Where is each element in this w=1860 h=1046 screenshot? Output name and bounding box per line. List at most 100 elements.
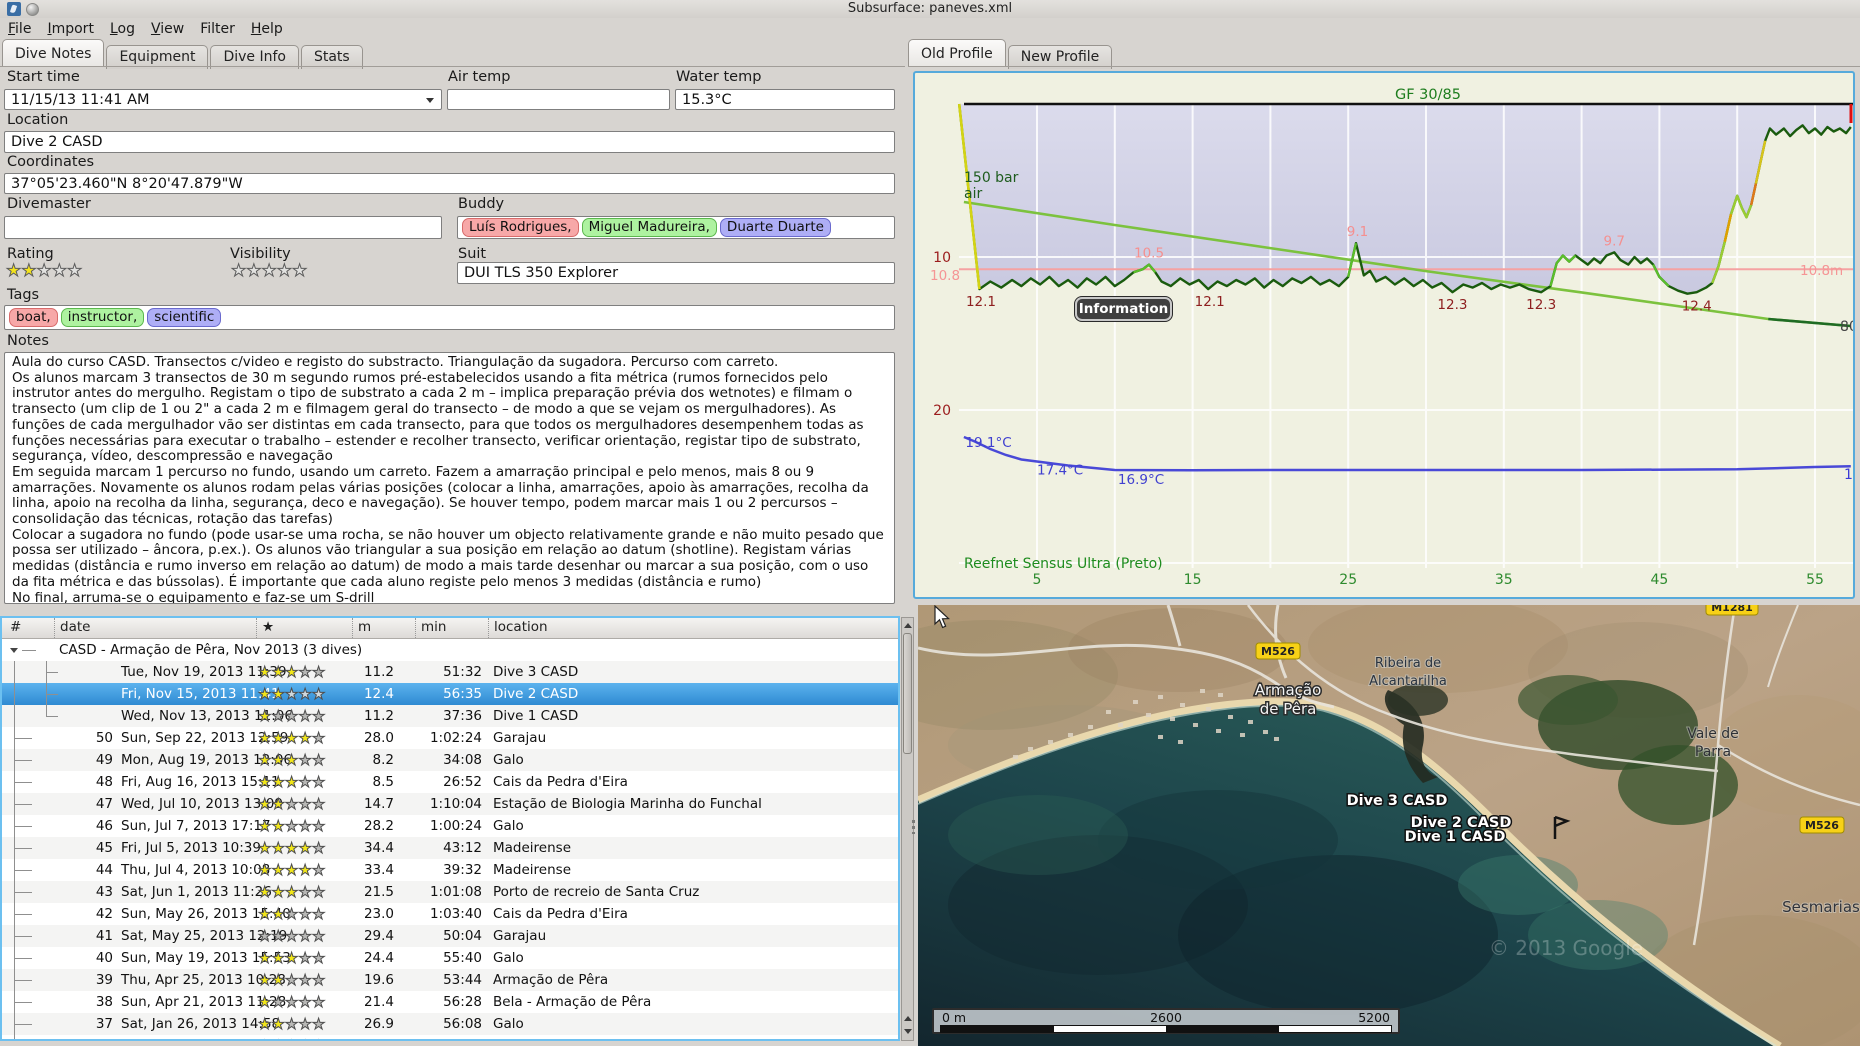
scrollbar-thumb[interactable]: [903, 633, 912, 754]
notes-textarea[interactable]: Aula do curso CASD. Transectos c/video e…: [4, 352, 895, 604]
menu-log[interactable]: Log: [102, 18, 143, 40]
dive-row[interactable]: Tue, Nov 19, 2013 11:39 ★★★★★ 11.2 51:32 Div…: [2, 661, 898, 683]
star-icon: ★: [284, 1015, 299, 1034]
depth-annotation: 12.3: [1437, 297, 1467, 313]
splitter-handle[interactable]: [912, 820, 915, 834]
star-icon: ★: [311, 729, 326, 748]
dive-rating: ★★★★★: [256, 903, 338, 926]
dive-group-row[interactable]: CASD - Armação de Pêra, Nov 2013 (3 dive…: [2, 639, 898, 661]
star-icon: ★: [257, 685, 272, 704]
star-icon: ★: [257, 1037, 271, 1040]
dive-row[interactable]: 46 Sun, Jul 7, 2013 17:17 ★★★★★ 28.2 1:00:24…: [2, 815, 898, 837]
dive-row[interactable]: 43 Sat, Jun 1, 2013 11:26 ★★★★★ 21.5 1:01:08…: [2, 881, 898, 903]
dive-duration: 1:10:04: [429, 796, 482, 812]
buddy-input[interactable]: Luís Rodrigues, Miguel Madureira, Duarte D…: [457, 216, 895, 239]
title-bar[interactable]: Subsurface: paneves.xml: [0, 0, 1860, 18]
dive-date: Sun, Sep 22, 2013 12:59: [121, 730, 289, 746]
tab-dive-notes[interactable]: Dive Notes: [2, 39, 105, 66]
star-icon: ★: [271, 971, 285, 990]
dive-location: Dive 2 CASD: [493, 686, 579, 702]
location-input[interactable]: Dive 2 CASD: [4, 131, 895, 153]
star-icon: ★: [311, 1015, 326, 1034]
menu-file[interactable]: File: [0, 18, 39, 40]
dive-row[interactable]: 45 Fri, Jul 5, 2013 10:39 ★★★★★ 34.4 43:12 Ma…: [2, 837, 898, 859]
start-time-combo[interactable]: 11/15/13 11:41 AM: [4, 89, 442, 110]
star-icon: ★: [257, 1015, 272, 1034]
coordinates-input[interactable]: 37°05'23.460"N 8°20'47.879"W: [4, 173, 895, 194]
column-header-depth[interactable]: m: [352, 618, 415, 638]
rating-stars[interactable]: ★★★★★: [5, 261, 83, 281]
group-label: CASD - Armação de Pêra, Nov 2013 (3 dive…: [59, 642, 363, 658]
dive-date: Sat, Jan 26, 2013 14:58: [121, 1016, 281, 1032]
temp-label: 17.4°C: [1037, 463, 1083, 479]
star-icon: ★: [284, 839, 299, 858]
star-icon: ★: [284, 729, 299, 748]
dive-depth: 12.4: [363, 686, 394, 702]
dive-location: Porto de recreio de Santa Cruz: [493, 884, 700, 900]
water-temp-input[interactable]: 15.3°C: [675, 89, 895, 110]
dive-row[interactable]: Wed, Nov 13, 2013 11:06 ★★★★★ 11.2 37:36 Div…: [2, 705, 898, 727]
menu-import[interactable]: Import: [39, 18, 101, 40]
town-label-1: Armação: [1255, 681, 1322, 699]
divemaster-label: Divemaster: [7, 196, 91, 212]
menu-help[interactable]: Help: [243, 18, 291, 40]
collapse-chevron-icon[interactable]: [10, 648, 18, 653]
column-header-stars[interactable]: ★: [256, 618, 352, 638]
dive-rating: ★★★★★: [256, 947, 338, 970]
star-icon: ★: [311, 993, 326, 1012]
star-icon: ★: [271, 883, 285, 902]
dive-row[interactable]: 36Sun, Jan 20, 2013 12:33★★★★★21.758:36C…: [2, 1035, 898, 1040]
dive-row[interactable]: 42 Sun, May 26, 2013 15:40 ★★★★★ 23.0 1:03:4…: [2, 903, 898, 925]
tags-input[interactable]: boat, instructor, scientific: [4, 305, 895, 330]
dive-location: Madeirense: [493, 862, 572, 878]
star-icon: ★: [246, 261, 262, 281]
star-icon: ★: [284, 905, 299, 924]
suit-input[interactable]: DUI TLS 350 Explorer: [457, 262, 895, 284]
air-temp-input[interactable]: [447, 89, 670, 110]
dive-row[interactable]: 44 Thu, Jul 4, 2013 10:08 ★★★★★ 33.4 39:32 Ma…: [2, 859, 898, 881]
star-icon: ★: [271, 685, 285, 704]
dive-row[interactable]: 40 Sun, May 19, 2013 15:53 ★★★★★ 24.4 55:40 G…: [2, 947, 898, 969]
column-header-num[interactable]: #: [2, 618, 54, 638]
visibility-stars[interactable]: ★★★★★: [230, 261, 307, 281]
dive-duration: 53:44: [443, 972, 482, 988]
dive-depth: 11.2: [363, 664, 394, 680]
suit-label: Suit: [458, 246, 487, 262]
dive-row[interactable]: 50 Sun, Sep 22, 2013 12:59 ★★★★★ 28.0 1:02:2…: [2, 727, 898, 749]
dive-number: [2, 661, 114, 684]
divemaster-input[interactable]: [4, 216, 442, 239]
scroll-up2-icon[interactable]: [904, 1016, 912, 1021]
tab-old-profile[interactable]: Old Profile: [908, 39, 1006, 66]
dive-row-selected[interactable]: Fri, Nov 15, 2013 11:41 ★★★★★ 12.4 56:35 Div…: [2, 683, 898, 705]
scroll-up-icon[interactable]: [904, 623, 912, 628]
dive-row[interactable]: 39 Thu, Apr 25, 2013 10:28 ★★★★★ 19.6 53:44 A…: [2, 969, 898, 991]
road-badge-m526: M526: [1261, 645, 1295, 658]
road-badge-m526-right: M526: [1805, 819, 1839, 832]
mean-depth-left-label: 10.8: [930, 268, 960, 284]
star-icon: ★: [257, 905, 272, 924]
menu-filter[interactable]: Filter: [192, 18, 243, 40]
dive-duration: 39:32: [443, 862, 482, 878]
mean-depth-label: 10.8m: [1800, 263, 1843, 279]
column-header-location[interactable]: location: [488, 618, 898, 638]
dive-profile-chart[interactable]: 10.8 10.8m GF 30/85 150 barair 80 16 19.1°C 17.…: [915, 73, 1860, 597]
dive-site-map[interactable]: M1281 M526 M526 Armação de Pêra Ribeira …: [918, 605, 1860, 1046]
star-icon: ★: [276, 261, 292, 281]
dive-row[interactable]: 37 Sat, Jan 26, 2013 14:58 ★★★★★ 26.9 56:08 G…: [2, 1013, 898, 1035]
information-tooltip[interactable]: Information: [1075, 297, 1172, 321]
dive-row[interactable]: 38 Sun, Apr 21, 2013 11:28 ★★★★★ 21.4 56:28 B…: [2, 991, 898, 1013]
dive-rating: ★★★★★: [256, 705, 338, 728]
dive-row[interactable]: 48 Fri, Aug 16, 2013 15:11 ★★★★★ 8.5 26:52 Ca…: [2, 771, 898, 793]
column-header-date[interactable]: date: [54, 618, 256, 638]
star-icon: ★: [284, 773, 299, 792]
dive-row[interactable]: 49 Mon, Aug 19, 2013 12:06 ★★★★★ 8.2 34:08 Ga…: [2, 749, 898, 771]
location-value: Dive 2 CASD: [11, 134, 103, 150]
menu-view[interactable]: View: [143, 18, 192, 40]
star-icon: ★: [298, 839, 312, 858]
dive-row[interactable]: 47 Wed, Jul 10, 2013 13:09 ★★★★★ 14.7 1:10:0…: [2, 793, 898, 815]
dive-date: Wed, Nov 13, 2013 11:06: [121, 708, 293, 724]
dive-row[interactable]: 41 Sat, May 25, 2013 12:19 ★★★★★ 29.4 50:04 G…: [2, 925, 898, 947]
scroll-down-icon[interactable]: [904, 1029, 912, 1034]
column-header-duration[interactable]: min: [415, 618, 488, 638]
star-icon: ★: [66, 261, 83, 281]
